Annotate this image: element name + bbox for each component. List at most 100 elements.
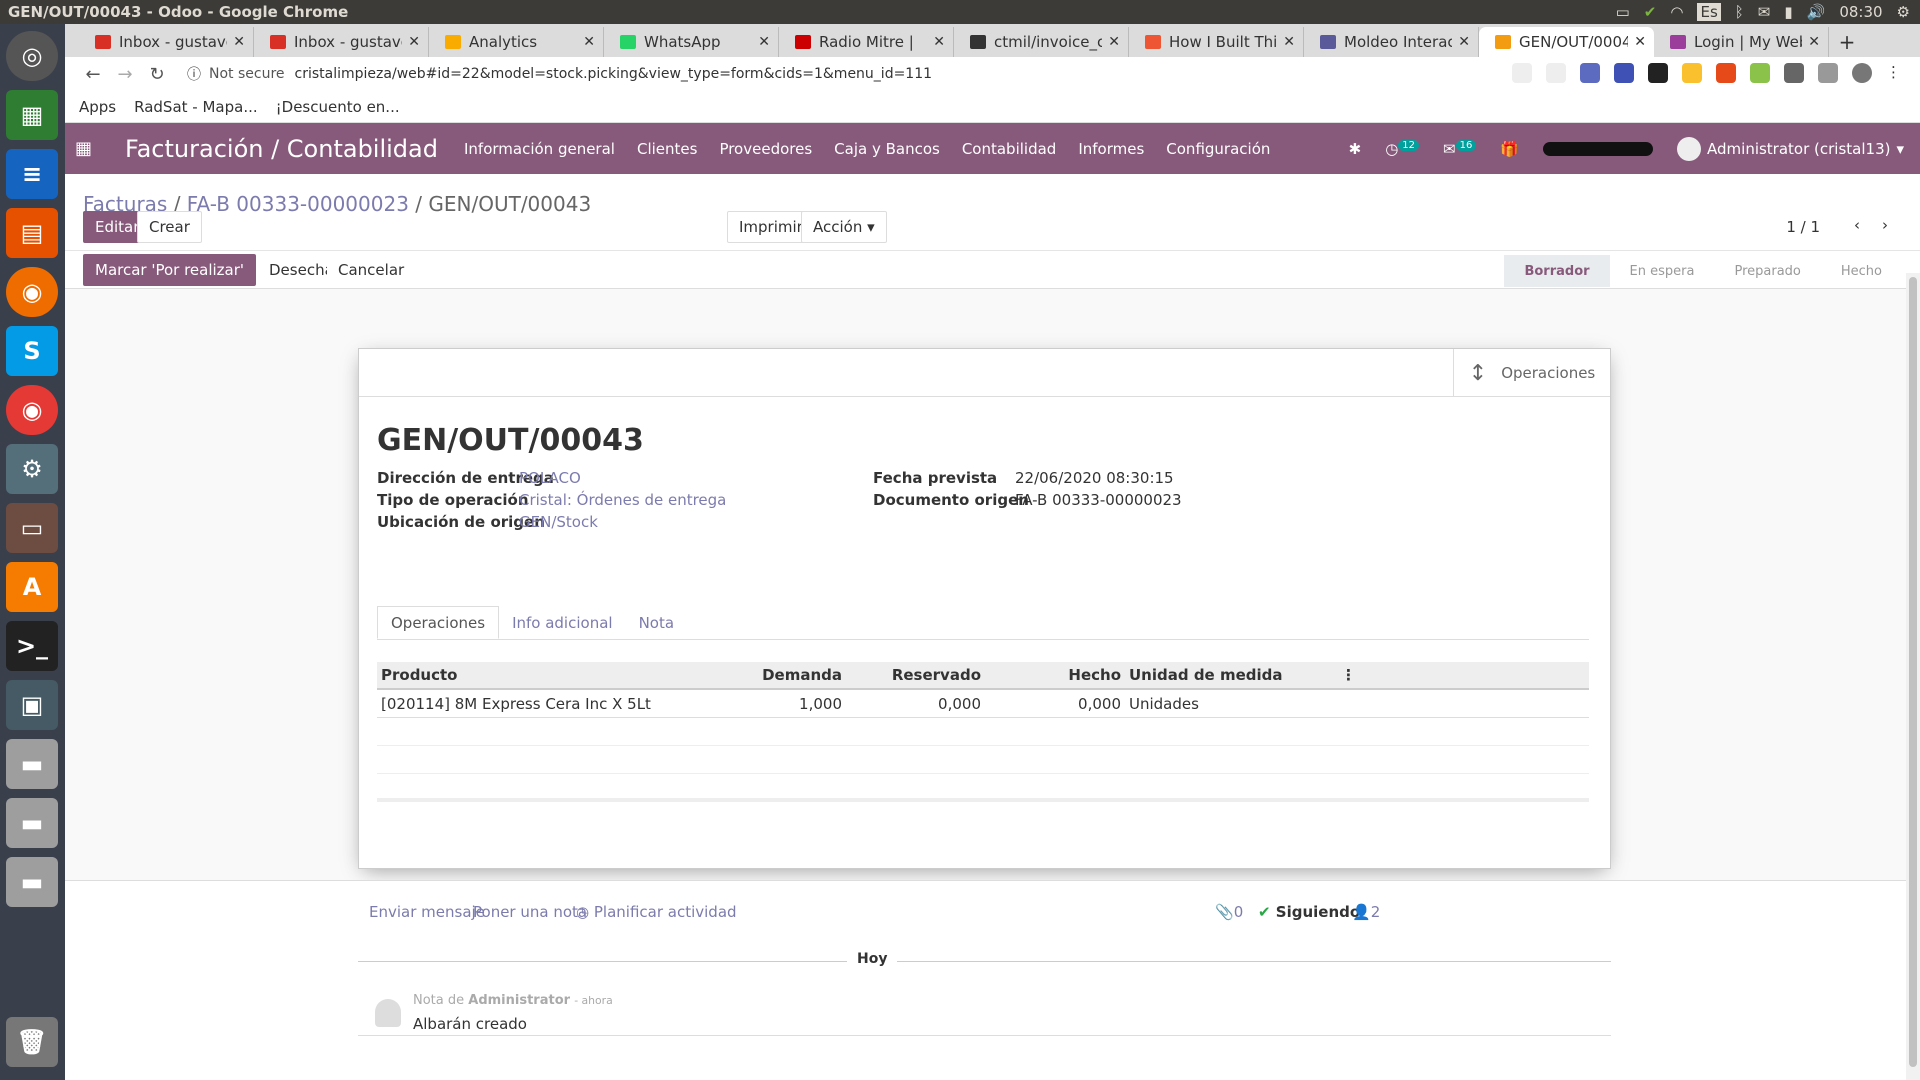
- extension-icon[interactable]: [1750, 63, 1770, 83]
- menu-item[interactable]: Caja y Bancos: [834, 140, 940, 158]
- software-center-icon[interactable]: A: [6, 562, 58, 612]
- bookmark-apps[interactable]: Apps: [79, 98, 116, 116]
- close-icon[interactable]: ✕: [1808, 34, 1820, 50]
- browser-tab[interactable]: Login | My Webs ✕: [1654, 27, 1829, 57]
- stage-done[interactable]: Hecho: [1821, 255, 1902, 287]
- menu-item[interactable]: Contabilidad: [962, 140, 1057, 158]
- reload-icon[interactable]: ↻: [141, 64, 173, 85]
- pager-value[interactable]: 1 / 1: [1786, 218, 1820, 236]
- close-icon[interactable]: ✕: [1108, 34, 1120, 50]
- stage-ready[interactable]: Preparado: [1714, 255, 1820, 287]
- check-icon[interactable]: ✔: [1644, 3, 1657, 21]
- extension-icon[interactable]: [1716, 63, 1736, 83]
- close-icon[interactable]: ✕: [583, 34, 595, 50]
- scrollbar[interactable]: [1906, 273, 1920, 1080]
- table-row[interactable]: [020114] 8M Express Cera Inc X 5Lt 1,000…: [377, 690, 1589, 718]
- close-icon[interactable]: ✕: [1283, 34, 1295, 50]
- optional-columns-icon[interactable]: ⋮: [1337, 662, 1367, 688]
- action-button[interactable]: Acción ▾: [801, 211, 887, 243]
- operations-smart-button[interactable]: ↕ Operaciones: [1453, 349, 1610, 397]
- trash-icon[interactable]: 🗑: [6, 1017, 58, 1067]
- back-icon[interactable]: ←: [77, 64, 109, 85]
- menu-item[interactable]: Informes: [1078, 140, 1144, 158]
- star-icon[interactable]: [1546, 63, 1566, 83]
- tab-operations[interactable]: Operaciones: [377, 606, 500, 639]
- message-author[interactable]: Administrator: [468, 993, 570, 1008]
- drive-icon[interactable]: ▬: [6, 739, 58, 789]
- forward-icon[interactable]: →: [109, 64, 141, 85]
- mark-todo-button[interactable]: Marcar 'Por realizar': [83, 254, 257, 286]
- extension-icon[interactable]: [1784, 63, 1804, 83]
- pager-previous-icon[interactable]: ‹: [1854, 216, 1860, 234]
- following-button[interactable]: ✔ Siguiendo: [1258, 903, 1360, 921]
- source-location-value[interactable]: GEN/Stock: [519, 513, 598, 531]
- drive-icon[interactable]: ▬: [6, 857, 58, 907]
- bookmark-radsat[interactable]: RadSat - Mapa...: [134, 98, 258, 116]
- browser-tab[interactable]: Moldeo Interact ✕: [1304, 27, 1479, 57]
- column-header[interactable]: Unidad de medida: [1125, 662, 1337, 688]
- app-title[interactable]: Facturación / Contabilidad: [125, 135, 438, 163]
- company-switcher[interactable]: [1543, 142, 1654, 156]
- followers-button[interactable]: 👤2: [1352, 903, 1380, 921]
- browser-tab[interactable]: Inbox - gustavo ✕: [79, 27, 254, 57]
- close-icon[interactable]: ✕: [933, 34, 945, 50]
- browser-tab[interactable]: ctmil/invoice_cr ✕: [954, 27, 1129, 57]
- extension-icon[interactable]: [1614, 63, 1634, 83]
- system-settings-icon[interactable]: ⚙: [6, 444, 58, 494]
- volume-icon[interactable]: 🔊: [1807, 3, 1826, 21]
- media-icon[interactable]: [1818, 63, 1838, 83]
- log-note-button[interactable]: Poner una nota: [473, 903, 587, 921]
- files-app-icon[interactable]: ▭: [6, 503, 58, 553]
- cancel-button[interactable]: Cancelar: [327, 254, 416, 286]
- menu-item[interactable]: Configuración: [1166, 140, 1270, 158]
- address-bar[interactable]: ⓘ Not secure cristalimpieza/web#id=22&mo…: [187, 64, 932, 84]
- keyboard-lang[interactable]: Es: [1697, 3, 1721, 21]
- menu-item[interactable]: Información general: [464, 140, 615, 158]
- pager-next-icon[interactable]: ›: [1882, 216, 1888, 234]
- bookmark-descuento[interactable]: ¡Descuento en...: [276, 98, 400, 116]
- menu-item[interactable]: Clientes: [637, 140, 697, 158]
- chrome-app-icon[interactable]: ◉: [6, 385, 58, 435]
- battery-icon[interactable]: ▭: [1616, 3, 1630, 21]
- close-icon[interactable]: ✕: [1458, 34, 1470, 50]
- battery-level-icon[interactable]: ▮: [1784, 3, 1792, 21]
- close-icon[interactable]: ✕: [758, 34, 770, 50]
- new-tab-button[interactable]: +: [1829, 27, 1865, 57]
- breadcrumb-invoice[interactable]: FA-B 00333-00000023: [187, 192, 409, 216]
- create-button[interactable]: Crear: [137, 211, 202, 243]
- browser-tab[interactable]: How I Built This ✕: [1129, 27, 1304, 57]
- url-text[interactable]: cristalimpieza/web#id=22&model=stock.pic…: [295, 66, 933, 82]
- writer-app-icon[interactable]: ≡: [6, 149, 58, 199]
- browser-tab[interactable]: Radio Mitre | ✕: [779, 27, 954, 57]
- stage-draft[interactable]: Borrador: [1504, 255, 1610, 287]
- menu-icon[interactable]: ⋮: [1886, 63, 1906, 83]
- bluetooth-icon[interactable]: ᛒ: [1735, 3, 1744, 21]
- extension-icon[interactable]: [1648, 63, 1668, 83]
- column-header[interactable]: Hecho: [985, 662, 1125, 688]
- apps-menu-icon[interactable]: ▦: [75, 138, 111, 159]
- settings-icon[interactable]: ⚙: [1897, 3, 1910, 21]
- browser-tab[interactable]: Analytics ✕: [429, 27, 604, 57]
- browser-tab-active[interactable]: GEN/OUT/0004 ✕: [1479, 27, 1654, 57]
- profile-icon[interactable]: [1852, 63, 1872, 83]
- dash-icon[interactable]: ◎: [6, 31, 58, 81]
- impress-app-icon[interactable]: ▤: [6, 208, 58, 258]
- column-header[interactable]: Reservado: [846, 662, 985, 688]
- tab-note[interactable]: Nota: [626, 606, 687, 639]
- stage-waiting[interactable]: En espera: [1610, 255, 1715, 287]
- wifi-icon[interactable]: ◠: [1670, 3, 1683, 21]
- attachments-button[interactable]: 📎0: [1215, 903, 1243, 921]
- send-message-button[interactable]: Enviar mensaje: [369, 903, 485, 921]
- extension-icon[interactable]: [1580, 63, 1600, 83]
- drive-icon[interactable]: ▬: [6, 798, 58, 848]
- gift-icon[interactable]: 🎁: [1500, 140, 1519, 158]
- tab-additional-info[interactable]: Info adicional: [499, 606, 626, 639]
- operation-type-value[interactable]: Cristal: Órdenes de entrega: [519, 491, 726, 509]
- scrollbar-thumb[interactable]: [1909, 277, 1917, 1067]
- mail-icon[interactable]: ✉: [1758, 3, 1771, 21]
- browser-tab[interactable]: Inbox - gustavo ✕: [254, 27, 429, 57]
- activity-icon[interactable]: ◷ 12: [1385, 140, 1420, 158]
- spreadsheet-app-icon[interactable]: ▦: [6, 90, 58, 140]
- column-header[interactable]: Demanda: [707, 662, 846, 688]
- close-icon[interactable]: ✕: [408, 34, 420, 50]
